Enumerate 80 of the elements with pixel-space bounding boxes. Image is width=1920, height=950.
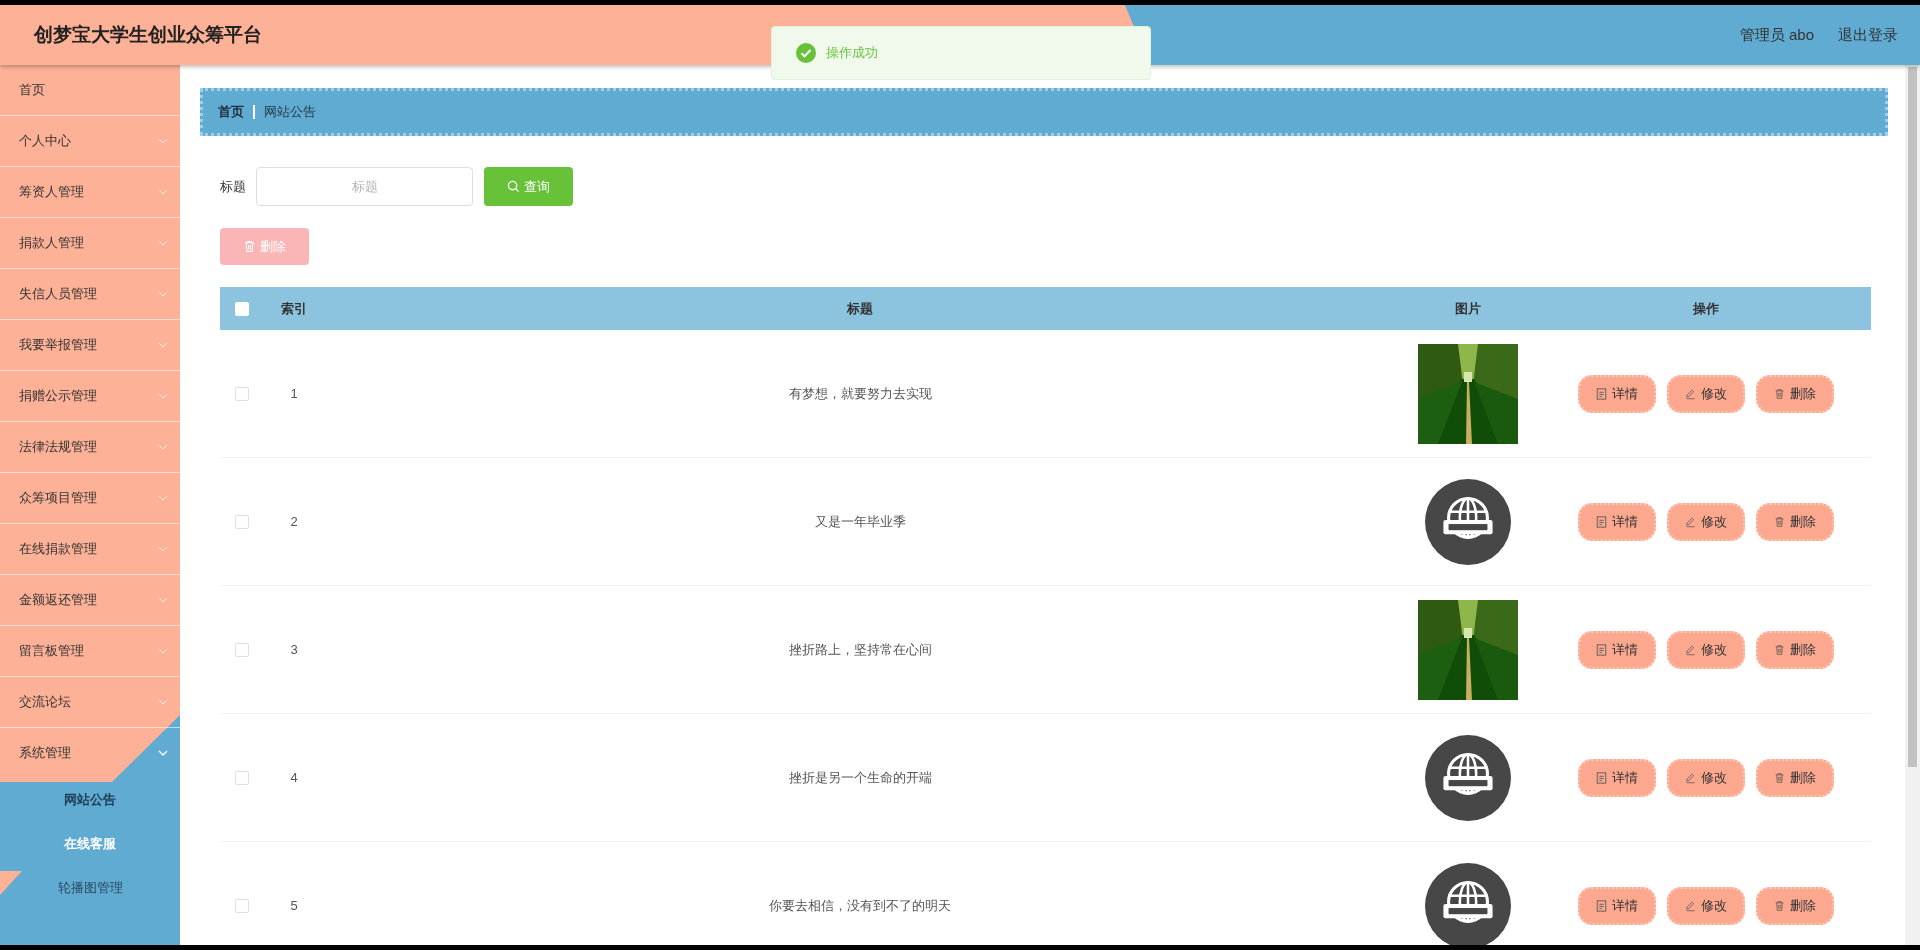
detail-button[interactable]: 详情 <box>1577 502 1656 541</box>
detail-button[interactable]: 详情 <box>1577 374 1656 413</box>
detail-button[interactable]: 详情 <box>1577 758 1656 797</box>
trash-icon <box>1773 515 1785 528</box>
detail-button[interactable]: 详情 <box>1577 886 1656 925</box>
row-checkbox[interactable] <box>235 898 249 913</box>
delete-button[interactable]: 删除 <box>1755 886 1834 925</box>
document-icon <box>1595 899 1607 912</box>
column-header: 索引 <box>281 300 307 316</box>
table-cell: 又是一年毕业季 <box>814 513 906 529</box>
document-icon <box>1595 515 1607 528</box>
menu-item[interactable]: 首页 <box>0 65 180 116</box>
table-cell: 有梦想，就要努力去实现 <box>788 385 932 401</box>
submenu-item[interactable]: 轮播图管理 <box>57 866 123 910</box>
edit-button[interactable]: 修改 <box>1666 886 1745 925</box>
app-title: 创梦宝大学生创业众筹平台 <box>34 23 262 47</box>
menu-item[interactable]: 失信人员管理 <box>0 269 180 320</box>
submenu-item[interactable]: 网站公告 <box>64 778 116 822</box>
edit-button[interactable]: 修改 <box>1666 758 1745 797</box>
delete-button[interactable]: 删除 <box>1755 758 1834 797</box>
row-checkbox[interactable] <box>235 514 249 529</box>
delete-button[interactable]: 删除 <box>1755 374 1834 413</box>
row-checkbox[interactable] <box>235 770 249 785</box>
menu-item[interactable]: 个人中心 <box>0 116 180 167</box>
menu-item[interactable]: 捐款人管理 <box>0 218 180 269</box>
delete-button[interactable]: 删除 <box>1755 630 1834 669</box>
menu-item[interactable]: 金额返还管理 <box>0 575 180 626</box>
table-cell: 3 <box>290 642 298 657</box>
trash-icon <box>243 240 256 253</box>
select-all-checkbox[interactable] <box>235 301 249 316</box>
menu-item[interactable]: 交流论坛 <box>0 677 180 728</box>
logout-link[interactable]: 退出登录 <box>1838 25 1898 45</box>
trash-icon <box>1773 643 1785 656</box>
check-icon <box>796 43 816 63</box>
toast-message: 操作成功 <box>826 44 878 62</box>
column-header: 操作 <box>1692 299 1719 318</box>
table-cell: 5 <box>290 898 298 913</box>
menu-item[interactable]: 捐赠公示管理 <box>0 371 180 422</box>
globe-icon <box>1425 478 1511 565</box>
search-icon <box>507 180 520 193</box>
document-icon <box>1595 643 1607 656</box>
menu-item[interactable]: 法律法规管理 <box>0 422 180 473</box>
table-cell: 挫折是另一个生命的开端 <box>788 769 932 785</box>
trash-icon <box>1773 771 1785 784</box>
search-label: 标题 <box>220 177 246 196</box>
document-icon <box>1595 387 1607 400</box>
document-icon <box>1595 771 1607 784</box>
pencil-icon <box>1684 899 1696 912</box>
trash-icon <box>1773 387 1785 400</box>
pencil-icon <box>1684 387 1696 400</box>
menu-item[interactable]: 留言板管理 <box>0 626 180 677</box>
column-header: 图片 <box>1455 299 1481 318</box>
detail-button[interactable]: 详情 <box>1577 630 1656 669</box>
scrollbar[interactable] <box>1905 65 1920 945</box>
breadcrumb-item[interactable]: 首页 <box>218 103 244 121</box>
edit-button[interactable]: 修改 <box>1666 374 1745 413</box>
pencil-icon <box>1684 515 1696 528</box>
menu-item[interactable]: 在线捐款管理 <box>0 524 180 575</box>
title-search-field[interactable]: 标题 <box>256 167 473 206</box>
row-checkbox[interactable] <box>235 386 249 401</box>
edit-button[interactable]: 修改 <box>1666 630 1745 669</box>
edit-button[interactable]: 修改 <box>1666 502 1745 541</box>
row-checkbox[interactable] <box>235 642 249 657</box>
table-cell: 4 <box>290 770 298 785</box>
pencil-icon <box>1684 643 1696 656</box>
table-cell: 你要去相信，没有到不了的明天 <box>769 897 951 913</box>
globe-icon <box>1425 734 1511 821</box>
menu-item[interactable]: 筹资人管理 <box>0 167 180 218</box>
breadcrumb-item[interactable]: 网站公告 <box>264 103 316 121</box>
table-cell: 2 <box>290 514 298 529</box>
menu-item[interactable]: 众筹项目管理 <box>0 473 180 524</box>
table-cell: 1 <box>290 386 298 401</box>
trash-icon <box>1773 899 1785 912</box>
user-name: 管理员 abo <box>1739 25 1814 45</box>
delete-button[interactable]: 删除 <box>1755 502 1834 541</box>
column-header: 标题 <box>847 300 873 316</box>
menu-item[interactable]: 系统管理 <box>0 728 180 778</box>
pencil-icon <box>1684 771 1696 784</box>
menu-item[interactable]: 我要举报管理 <box>0 320 180 371</box>
table-cell: 挫折路上，坚持常在心间 <box>788 641 932 657</box>
